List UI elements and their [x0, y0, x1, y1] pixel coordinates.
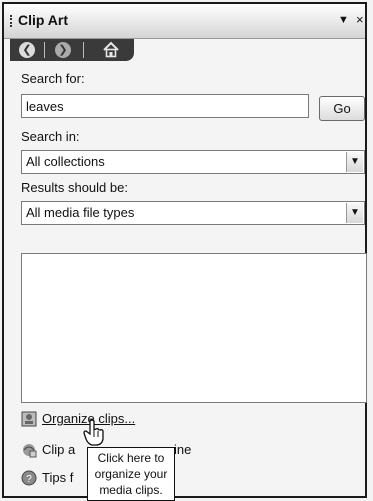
home-icon[interactable]: [102, 41, 120, 59]
tips-link-start[interactable]: Tips f: [42, 470, 73, 485]
search-results-area[interactable]: [21, 253, 367, 403]
search-in-label: Search in:: [21, 129, 80, 144]
chevron-down-icon[interactable]: ▼: [346, 152, 363, 172]
clip-art-task-pane: Clip Art ▼ × ❮ ❯ Search for: Go Search i…: [2, 2, 367, 501]
organize-clips-icon: [21, 411, 37, 427]
search-input[interactable]: [21, 94, 309, 118]
hand-pointer-cursor-icon: [83, 419, 104, 446]
go-button[interactable]: Go: [319, 96, 365, 121]
search-for-label: Search for:: [21, 71, 85, 86]
tooltip-line-3: media clips.: [99, 483, 163, 497]
nav-separator: [83, 42, 84, 58]
results-should-be-label: Results should be:: [21, 180, 128, 195]
tooltip-line-2: organize your: [94, 467, 168, 481]
drag-grip-icon[interactable]: [10, 15, 14, 27]
organize-clips-tooltip: Click here to organize your media clips.: [87, 447, 175, 501]
clip-art-online-link-end[interactable]: ine: [174, 442, 191, 457]
task-pane-title: Clip Art: [18, 12, 69, 28]
nav-separator: [44, 42, 45, 58]
clip-art-online-icon: [23, 444, 37, 458]
results-type-dropdown[interactable]: All media file types ▼: [21, 201, 365, 225]
close-icon[interactable]: ×: [356, 12, 364, 27]
organize-clips-link-row[interactable]: Organize clips...: [21, 410, 241, 430]
task-pane-title-bar: Clip Art ▼ ×: [4, 4, 365, 39]
chevron-down-icon[interactable]: ▼: [346, 203, 363, 223]
forward-arrow-icon[interactable]: ❯: [55, 42, 71, 58]
svg-text:?: ?: [26, 474, 32, 485]
results-type-value: All media file types: [26, 205, 135, 220]
task-pane-navigation-bar: ❮ ❯: [10, 39, 134, 61]
task-pane-menu-arrow-icon[interactable]: ▼: [338, 14, 349, 26]
clip-art-online-link-start[interactable]: Clip a: [42, 442, 75, 457]
help-icon: ?: [21, 470, 37, 486]
search-in-value: All collections: [26, 154, 105, 169]
back-arrow-icon[interactable]: ❮: [19, 42, 35, 58]
search-in-dropdown[interactable]: All collections ▼: [21, 150, 365, 174]
tooltip-line-1: Click here to: [97, 451, 165, 465]
